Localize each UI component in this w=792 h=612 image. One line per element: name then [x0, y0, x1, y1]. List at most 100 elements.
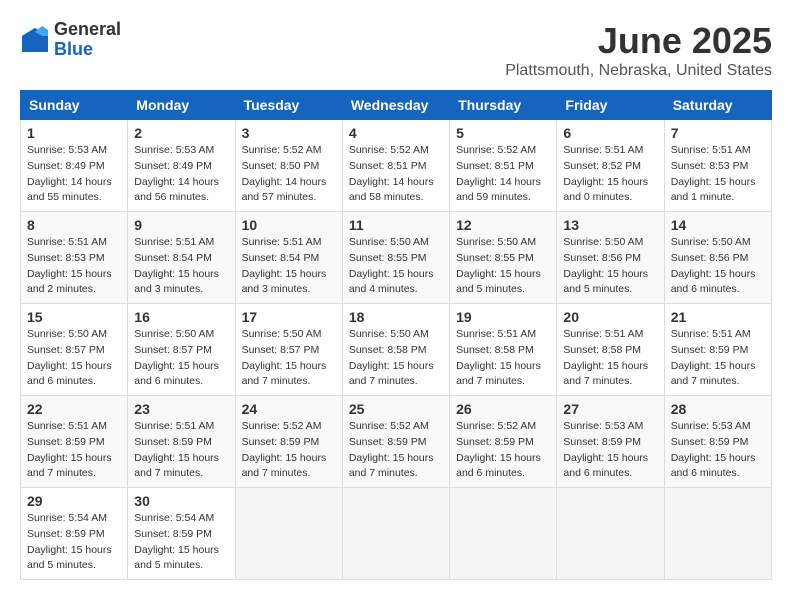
day-number: 6: [563, 125, 657, 141]
day-info: Sunrise: 5:50 AMSunset: 8:58 PMDaylight:…: [349, 327, 443, 390]
calendar-cell: 3Sunrise: 5:52 AMSunset: 8:50 PMDaylight…: [235, 120, 342, 212]
day-info: Sunrise: 5:54 AMSunset: 8:59 PMDaylight:…: [134, 511, 228, 574]
calendar-week-row: 22Sunrise: 5:51 AMSunset: 8:59 PMDayligh…: [21, 396, 772, 488]
calendar-cell: [557, 488, 664, 580]
calendar-week-row: 15 Sunrise: 5:50 AMSunset: 8:57 PMDayligh…: [21, 304, 772, 396]
day-number: 15: [27, 309, 121, 325]
day-info: Sunrise: 5:51 AMSunset: 8:58 PMDaylight:…: [456, 327, 550, 390]
day-info: Sunrise: 5:54 AMSunset: 8:59 PMDaylight:…: [27, 511, 121, 574]
calendar-cell: 10 Sunrise: 5:51 AMSunset: 8:54 PMDayligh…: [235, 212, 342, 304]
calendar-cell: 23 Sunrise: 5:51 AMSunset: 8:59 PMDayligh…: [128, 396, 235, 488]
day-number: 1: [27, 125, 121, 141]
day-info: Sunrise: 5:51 AMSunset: 8:53 PMDaylight:…: [671, 143, 765, 206]
day-info: Sunrise: 5:52 AMSunset: 8:51 PMDaylight:…: [456, 143, 550, 206]
day-info: Sunrise: 5:51 AMSunset: 8:54 PMDaylight:…: [134, 235, 228, 298]
day-number: 30: [134, 493, 228, 509]
day-number: 4: [349, 125, 443, 141]
location: Plattsmouth, Nebraska, United States: [505, 62, 772, 80]
day-info: Sunrise: 5:50 AMSunset: 8:57 PMDaylight:…: [27, 327, 121, 390]
weekday-header: Saturday: [664, 91, 771, 120]
calendar-cell: 19 Sunrise: 5:51 AMSunset: 8:58 PMDayligh…: [450, 304, 557, 396]
day-number: 12: [456, 217, 550, 233]
calendar-cell: 2 Sunrise: 5:53 AMSunset: 8:49 PMDaylight…: [128, 120, 235, 212]
weekday-header: Tuesday: [235, 91, 342, 120]
title-area: June 2025 Plattsmouth, Nebraska, United …: [505, 20, 772, 80]
weekday-row: SundayMondayTuesdayWednesdayThursdayFrid…: [21, 91, 772, 120]
calendar-week-row: 8 Sunrise: 5:51 AMSunset: 8:53 PMDaylight…: [21, 212, 772, 304]
day-info: Sunrise: 5:51 AMSunset: 8:52 PMDaylight:…: [563, 143, 657, 206]
day-number: 7: [671, 125, 765, 141]
day-info: Sunrise: 5:50 AMSunset: 8:57 PMDaylight:…: [242, 327, 336, 390]
day-info: Sunrise: 5:51 AMSunset: 8:59 PMDaylight:…: [671, 327, 765, 390]
calendar-cell: [235, 488, 342, 580]
calendar-cell: 9 Sunrise: 5:51 AMSunset: 8:54 PMDaylight…: [128, 212, 235, 304]
day-number: 9: [134, 217, 228, 233]
calendar-table: SundayMondayTuesdayWednesdayThursdayFrid…: [20, 90, 772, 580]
day-number: 2: [134, 125, 228, 141]
day-info: Sunrise: 5:50 AMSunset: 8:56 PMDaylight:…: [563, 235, 657, 298]
month-title: June 2025: [505, 20, 772, 62]
calendar-cell: 4Sunrise: 5:52 AMSunset: 8:51 PMDaylight…: [342, 120, 449, 212]
calendar-header: SundayMondayTuesdayWednesdayThursdayFrid…: [21, 91, 772, 120]
calendar-cell: 6 Sunrise: 5:51 AMSunset: 8:52 PMDaylight…: [557, 120, 664, 212]
calendar-cell: 25 Sunrise: 5:52 AMSunset: 8:59 PMDayligh…: [342, 396, 449, 488]
calendar-cell: 13 Sunrise: 5:50 AMSunset: 8:56 PMDayligh…: [557, 212, 664, 304]
calendar-cell: 7 Sunrise: 5:51 AMSunset: 8:53 PMDaylight…: [664, 120, 771, 212]
calendar-cell: 29Sunrise: 5:54 AMSunset: 8:59 PMDayligh…: [21, 488, 128, 580]
calendar-week-row: 29Sunrise: 5:54 AMSunset: 8:59 PMDayligh…: [21, 488, 772, 580]
day-number: 8: [27, 217, 121, 233]
day-number: 18: [349, 309, 443, 325]
day-number: 16: [134, 309, 228, 325]
day-info: Sunrise: 5:50 AMSunset: 8:57 PMDaylight:…: [134, 327, 228, 390]
day-info: Sunrise: 5:51 AMSunset: 8:58 PMDaylight:…: [563, 327, 657, 390]
calendar-cell: 27Sunrise: 5:53 AMSunset: 8:59 PMDayligh…: [557, 396, 664, 488]
day-number: 11: [349, 217, 443, 233]
weekday-header: Thursday: [450, 91, 557, 120]
day-info: Sunrise: 5:52 AMSunset: 8:59 PMDaylight:…: [349, 419, 443, 482]
day-info: Sunrise: 5:51 AMSunset: 8:53 PMDaylight:…: [27, 235, 121, 298]
weekday-header: Wednesday: [342, 91, 449, 120]
day-number: 5: [456, 125, 550, 141]
day-number: 26: [456, 401, 550, 417]
logo-blue: Blue: [54, 40, 121, 60]
calendar-week-row: 1 Sunrise: 5:53 AMSunset: 8:49 PMDaylight…: [21, 120, 772, 212]
day-info: Sunrise: 5:51 AMSunset: 8:54 PMDaylight:…: [242, 235, 336, 298]
logo-general: General: [54, 20, 121, 40]
calendar-cell: 28Sunrise: 5:53 AMSunset: 8:59 PMDayligh…: [664, 396, 771, 488]
day-info: Sunrise: 5:53 AMSunset: 8:49 PMDaylight:…: [134, 143, 228, 206]
day-info: Sunrise: 5:50 AMSunset: 8:55 PMDaylight:…: [456, 235, 550, 298]
logo-icon: [20, 26, 50, 54]
day-info: Sunrise: 5:53 AMSunset: 8:49 PMDaylight:…: [27, 143, 121, 206]
day-info: Sunrise: 5:52 AMSunset: 8:50 PMDaylight:…: [242, 143, 336, 206]
day-number: 28: [671, 401, 765, 417]
calendar-cell: [342, 488, 449, 580]
weekday-header: Sunday: [21, 91, 128, 120]
calendar-cell: 22Sunrise: 5:51 AMSunset: 8:59 PMDayligh…: [21, 396, 128, 488]
calendar-cell: 17Sunrise: 5:50 AMSunset: 8:57 PMDayligh…: [235, 304, 342, 396]
calendar-cell: 11 Sunrise: 5:50 AMSunset: 8:55 PMDayligh…: [342, 212, 449, 304]
day-number: 27: [563, 401, 657, 417]
weekday-header: Monday: [128, 91, 235, 120]
day-info: Sunrise: 5:52 AMSunset: 8:59 PMDaylight:…: [456, 419, 550, 482]
calendar-cell: [664, 488, 771, 580]
page-header: General Blue June 2025 Plattsmouth, Nebr…: [20, 20, 772, 80]
calendar-cell: 5 Sunrise: 5:52 AMSunset: 8:51 PMDaylight…: [450, 120, 557, 212]
calendar-cell: 30 Sunrise: 5:54 AMSunset: 8:59 PMDayligh…: [128, 488, 235, 580]
calendar-cell: 14Sunrise: 5:50 AMSunset: 8:56 PMDayligh…: [664, 212, 771, 304]
day-number: 23: [134, 401, 228, 417]
day-number: 25: [349, 401, 443, 417]
day-info: Sunrise: 5:51 AMSunset: 8:59 PMDaylight:…: [134, 419, 228, 482]
day-number: 14: [671, 217, 765, 233]
day-number: 24: [242, 401, 336, 417]
calendar-cell: 20Sunrise: 5:51 AMSunset: 8:58 PMDayligh…: [557, 304, 664, 396]
day-number: 13: [563, 217, 657, 233]
calendar-cell: 15 Sunrise: 5:50 AMSunset: 8:57 PMDayligh…: [21, 304, 128, 396]
day-info: Sunrise: 5:50 AMSunset: 8:55 PMDaylight:…: [349, 235, 443, 298]
weekday-header: Friday: [557, 91, 664, 120]
logo: General Blue: [20, 20, 121, 60]
calendar-cell: 12 Sunrise: 5:50 AMSunset: 8:55 PMDayligh…: [450, 212, 557, 304]
day-number: 10: [242, 217, 336, 233]
day-number: 19: [456, 309, 550, 325]
day-info: Sunrise: 5:51 AMSunset: 8:59 PMDaylight:…: [27, 419, 121, 482]
day-info: Sunrise: 5:52 AMSunset: 8:59 PMDaylight:…: [242, 419, 336, 482]
